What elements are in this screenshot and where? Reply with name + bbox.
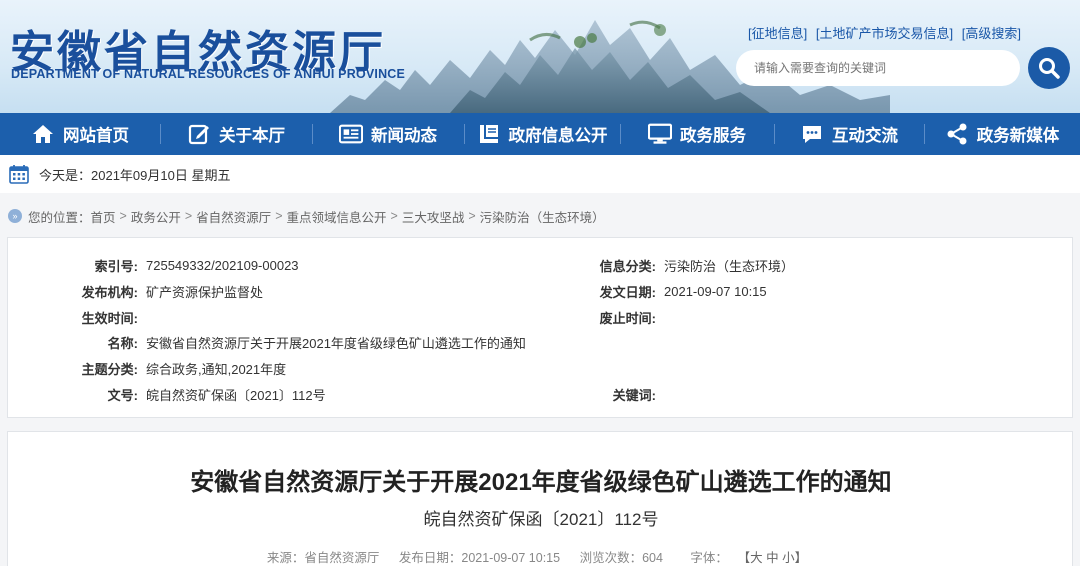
breadcrumb-separator: > bbox=[119, 209, 127, 223]
search-icon bbox=[1039, 58, 1060, 79]
edit-icon bbox=[187, 122, 211, 146]
article-panel: 安徽省自然资源厅关于开展2021年度省级绿色矿山遴选工作的通知 皖自然资矿保函〔… bbox=[7, 431, 1073, 566]
article-view-count: 浏览次数：604 bbox=[579, 551, 663, 565]
link-land-acquisition[interactable]: [征地信息] bbox=[748, 26, 807, 41]
nav-item-home[interactable]: 网站首页 bbox=[0, 113, 160, 155]
nav-label-news: 新闻动态 bbox=[371, 127, 437, 145]
meta-label: 发文日期: bbox=[599, 284, 656, 300]
breadcrumb: » 您的位置： 首页 > 政务公开 > 省自然资源厅 > 重点领域信息公开 > … bbox=[8, 206, 605, 226]
breadcrumb-prefix: 您的位置： bbox=[28, 210, 91, 225]
meta-value: 2021-09-07 10:15 bbox=[664, 283, 767, 299]
nav-label-gov-info: 政府信息公开 bbox=[508, 127, 608, 145]
date-bar: 今天是：2021年09月10日 星期五 bbox=[0, 155, 1080, 193]
meta-label: 关键词: bbox=[612, 387, 656, 403]
search-button[interactable] bbox=[1028, 47, 1070, 89]
meta-label: 名称: bbox=[107, 335, 138, 351]
font-size-label: 字体： bbox=[690, 551, 728, 565]
font-size-control: 字体： 【大 中 小】 bbox=[682, 551, 815, 565]
breadcrumb-separator: > bbox=[184, 209, 193, 223]
nav-label-about: 关于本厅 bbox=[219, 127, 285, 145]
breadcrumb-item-home[interactable]: 首页 bbox=[91, 207, 116, 226]
meta-row-category: 信息分类: 污染防治（生态环境） bbox=[8, 255, 1008, 275]
article-title: 安徽省自然资源厅关于开展2021年度省级绿色矿山遴选工作的通知 bbox=[190, 469, 892, 496]
meta-label: 主题分类: bbox=[81, 361, 138, 377]
nav-item-services[interactable]: 政务服务 bbox=[620, 113, 774, 155]
nav-item-about[interactable]: 关于本厅 bbox=[160, 113, 312, 155]
font-size-options[interactable]: 【大 中 小】 bbox=[744, 551, 807, 565]
breadcrumb-item-department[interactable]: 省自然资源厅 bbox=[196, 207, 271, 226]
site-header: 安徽省自然资源厅 DEPARTMENT OF NATURAL RESOURCES… bbox=[0, 0, 1080, 113]
home-icon bbox=[31, 122, 55, 146]
site-logo-english: DEPARTMENT OF NATURAL RESOURCES OF ANHUI… bbox=[11, 67, 406, 81]
top-links: [征地信息] [土地矿产市场交易信息] [高级搜索] bbox=[748, 23, 1026, 42]
meta-row-topic: 主题分类: 综合政务,通知,2021年度 bbox=[8, 358, 287, 378]
breadcrumb-separator: > bbox=[390, 209, 398, 223]
main-nav: 网站首页 关于本厅 新闻动态 政府信息公开 政务服务 互动交流 政务新媒体 bbox=[0, 113, 1080, 155]
article-meta: 来源：省自然资源厅 发布日期：2021-09-07 10:15 浏览次数：604… bbox=[8, 547, 1074, 566]
nav-label-interaction: 互动交流 bbox=[832, 127, 898, 145]
nav-item-gov-info[interactable]: 政府信息公开 bbox=[464, 113, 620, 155]
meta-value: 综合政务,通知,2021年度 bbox=[146, 361, 287, 377]
breadcrumb-item-three-battles[interactable]: 三大攻坚战 bbox=[402, 207, 465, 226]
breadcrumb-item-key-areas[interactable]: 重点领域信息公开 bbox=[287, 207, 387, 226]
article-publish-date: 发布日期：2021-09-07 10:15 bbox=[398, 551, 561, 565]
calendar-icon bbox=[9, 165, 29, 184]
share-icon bbox=[945, 122, 969, 146]
nav-label-services: 政务服务 bbox=[680, 127, 746, 145]
breadcrumb-separator: > bbox=[468, 209, 476, 223]
meta-row-expire: 废止时间: bbox=[8, 307, 664, 327]
meta-row-name: 名称: 安徽省自然资源厅关于开展2021年度省级绿色矿山遴选工作的通知 bbox=[8, 332, 526, 352]
meta-row-date: 发文日期: 2021-09-07 10:15 bbox=[8, 281, 767, 301]
search-input[interactable] bbox=[736, 50, 1020, 86]
nav-item-news[interactable]: 新闻动态 bbox=[312, 113, 464, 155]
double-chevron-icon: » bbox=[8, 209, 22, 223]
meta-value: 安徽省自然资源厅关于开展2021年度省级绿色矿山遴选工作的通知 bbox=[146, 335, 526, 351]
nav-item-new-media[interactable]: 政务新媒体 bbox=[924, 113, 1080, 155]
link-advanced-search[interactable]: [高级搜索] bbox=[962, 26, 1021, 41]
breadcrumb-item-pollution[interactable]: 污染防治（生态环境） bbox=[480, 207, 605, 226]
meta-label: 信息分类: bbox=[599, 258, 656, 274]
link-land-mineral-market[interactable]: [土地矿产市场交易信息] bbox=[816, 26, 953, 41]
nav-label-home: 网站首页 bbox=[63, 127, 129, 145]
current-date-text: 今天是：2021年09月10日 星期五 bbox=[39, 167, 231, 183]
article-doc-number: 皖自然资矿保函〔2021〕112号 bbox=[423, 510, 659, 529]
breadcrumb-separator: > bbox=[275, 209, 283, 223]
chat-icon bbox=[800, 122, 824, 146]
document-metadata-panel: 索引号: 725549332/202109-00023 信息分类: 污染防治（生… bbox=[7, 237, 1073, 418]
breadcrumb-item-gov-affairs[interactable]: 政务公开 bbox=[131, 207, 181, 226]
nav-label-new-media: 政务新媒体 bbox=[976, 127, 1060, 145]
meta-label: 废止时间: bbox=[599, 310, 656, 326]
article-source: 来源：省自然资源厅 bbox=[266, 551, 380, 565]
meta-row-keyword: 关键词: bbox=[8, 384, 664, 404]
book-icon bbox=[477, 122, 501, 146]
nav-item-interaction[interactable]: 互动交流 bbox=[774, 113, 924, 155]
monitor-icon bbox=[648, 122, 672, 146]
news-icon bbox=[339, 122, 363, 146]
meta-value: 污染防治（生态环境） bbox=[664, 258, 795, 274]
